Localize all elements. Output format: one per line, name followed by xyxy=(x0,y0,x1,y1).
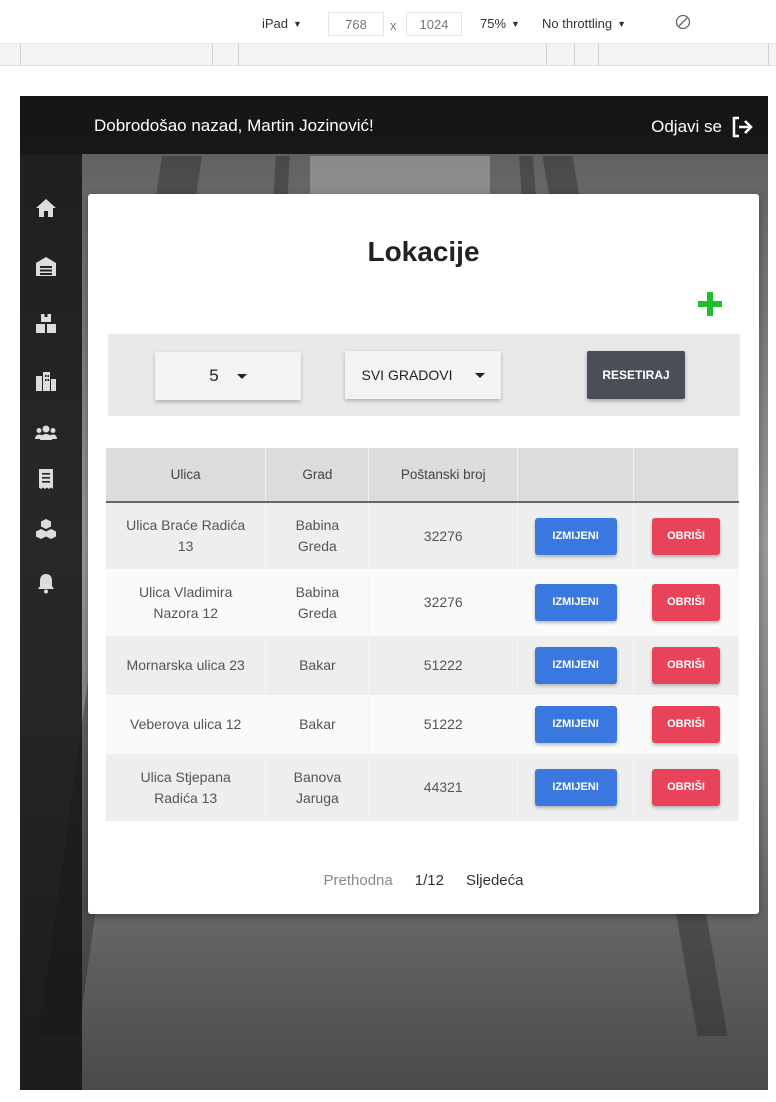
city-icon[interactable] xyxy=(35,370,57,392)
locations-table: Ulica Grad Poštanski broj Ulica Braće Ra… xyxy=(106,448,739,821)
column-header-edit xyxy=(517,448,635,503)
zip-cell: 51222 xyxy=(368,695,519,754)
table-row: Ulica Braće Radića 13 Babina Greda 32276… xyxy=(106,502,739,569)
sidebar xyxy=(20,154,82,1090)
column-header-zip: Poštanski broj xyxy=(368,448,519,503)
zip-cell: 51222 xyxy=(368,636,519,695)
boxes-icon[interactable] xyxy=(35,312,57,334)
throttling-label: No throttling xyxy=(542,16,613,31)
zoom-label: 75% xyxy=(480,16,507,31)
home-icon[interactable] xyxy=(35,197,57,219)
logout-icon xyxy=(732,116,753,138)
city-cell: Babina Greda xyxy=(265,569,370,636)
device-select[interactable]: iPad ▼ xyxy=(262,16,302,31)
device-label: iPad xyxy=(262,16,289,31)
page-size-dropdown[interactable]: 5 xyxy=(155,352,301,400)
logout-label: Odjavi se xyxy=(651,117,722,136)
dimension-separator: x xyxy=(390,18,397,33)
rotate-icon[interactable] xyxy=(674,13,692,31)
throttling-select[interactable]: No throttling ▼ xyxy=(542,16,626,31)
delete-button[interactable]: OBRIŠI xyxy=(652,706,721,743)
city-cell: Babina Greda xyxy=(265,502,370,569)
users-icon[interactable] xyxy=(35,422,57,444)
edit-button[interactable]: IZMIJENI xyxy=(534,647,617,684)
delete-button[interactable]: OBRIŠI xyxy=(652,584,721,621)
edit-button[interactable]: IZMIJENI xyxy=(534,517,617,555)
height-input[interactable]: 1024 xyxy=(406,12,462,36)
page-size-value: 5 xyxy=(209,366,219,385)
street-cell: Ulica Braće Radića 13 xyxy=(106,502,267,569)
zip-cell: 44321 xyxy=(368,754,519,821)
chevron-down-icon xyxy=(236,373,247,379)
zip-cell: 32276 xyxy=(368,502,519,569)
column-header-street: Ulica xyxy=(106,448,267,503)
locations-card: Lokacije 5 SVI GRADOVI RESETIRAJ Ulica G… xyxy=(88,194,759,914)
logout-button[interactable]: Odjavi se xyxy=(651,115,754,139)
table-header-row: Ulica Grad Poštanski broj xyxy=(106,448,739,503)
table-row: Mornarska ulica 23 Bakar 51222 IZMIJENI … xyxy=(106,636,739,695)
zip-cell: 32276 xyxy=(368,569,519,636)
edit-button[interactable]: IZMIJENI xyxy=(534,769,617,806)
street-cell: Mornarska ulica 23 xyxy=(106,636,267,695)
table-row: Veberova ulica 12 Bakar 51222 IZMIJENI O… xyxy=(106,695,739,754)
reset-button[interactable]: RESETIRAJ xyxy=(587,351,685,399)
warehouse-icon[interactable] xyxy=(35,255,57,277)
app-viewport: Dobrodošao nazad, Martin Jozinović! Odja… xyxy=(20,96,768,1090)
delete-button[interactable]: OBRIŠI xyxy=(652,517,721,555)
receipt-icon[interactable] xyxy=(35,468,57,490)
previous-page-link[interactable]: Prethodna xyxy=(324,872,393,889)
delete-button[interactable]: OBRIŠI xyxy=(652,769,721,806)
top-bar: Dobrodošao nazad, Martin Jozinović! Odja… xyxy=(20,96,768,154)
chevron-down-icon xyxy=(474,372,485,378)
city-cell: Bakar xyxy=(265,695,370,754)
edit-button[interactable]: IZMIJENI xyxy=(534,706,617,743)
city-value: SVI GRADOVI xyxy=(361,367,453,383)
width-input[interactable]: 768 xyxy=(328,12,384,36)
street-cell: Ulica Vladimira Nazora 12 xyxy=(106,569,267,636)
street-cell: Ulica Stjepana Radića 13 xyxy=(106,754,267,821)
street-cell: Veberova ulica 12 xyxy=(106,695,267,754)
city-cell: Bakar xyxy=(265,636,370,695)
zoom-select[interactable]: 75% ▼ xyxy=(480,16,520,31)
next-page-link[interactable]: Sljedeća xyxy=(466,872,524,889)
add-location-button[interactable] xyxy=(696,290,724,318)
table-row: Ulica Vladimira Nazora 12 Babina Greda 3… xyxy=(106,569,739,636)
pagination: Prethodna 1/12 Sljedeća xyxy=(88,872,759,889)
page-indicator: 1/12 xyxy=(414,872,444,889)
table-row: Ulica Stjepana Radića 13 Banova Jaruga 4… xyxy=(106,754,739,821)
welcome-message: Dobrodošao nazad, Martin Jozinović! xyxy=(94,116,374,135)
media-query-ruler xyxy=(0,44,776,66)
devtools-toolbar: iPad ▼ 768 x 1024 75% ▼ No throttling ▼ xyxy=(0,0,776,44)
column-header-city: Grad xyxy=(265,448,370,503)
city-dropdown[interactable]: SVI GRADOVI xyxy=(345,351,501,399)
delete-button[interactable]: OBRIŠI xyxy=(652,647,721,684)
cubes-icon[interactable] xyxy=(35,518,57,540)
page-title: Lokacije xyxy=(367,236,480,267)
edit-button[interactable]: IZMIJENI xyxy=(534,584,617,621)
filter-bar: 5 SVI GRADOVI RESETIRAJ xyxy=(108,334,740,416)
column-header-delete xyxy=(633,448,739,503)
bell-icon[interactable] xyxy=(35,572,57,594)
city-cell: Banova Jaruga xyxy=(265,754,370,821)
